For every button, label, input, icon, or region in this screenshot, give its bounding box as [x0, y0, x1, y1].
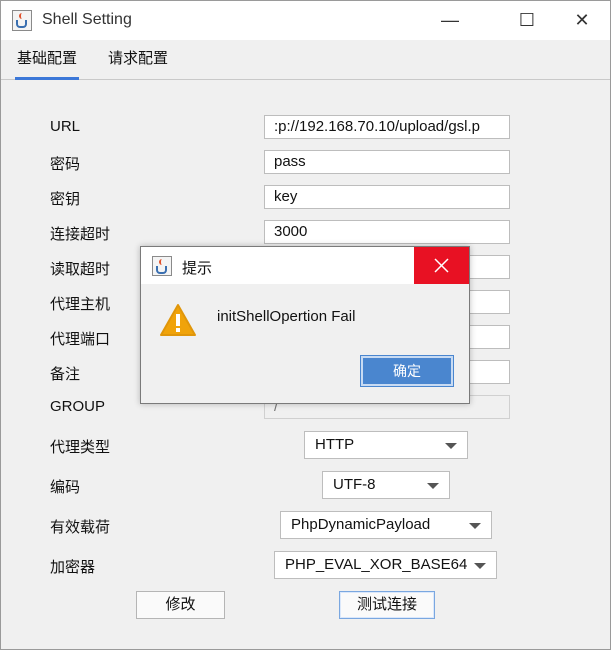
title-bar: Shell Setting — ☐ ✕ [1, 1, 610, 40]
chevron-down-icon [469, 523, 481, 529]
dialog-close-button[interactable] [414, 247, 469, 284]
payload-select[interactable]: PhpDynamicPayload [280, 511, 492, 539]
url-input[interactable]: :p://192.168.70.10/upload/gsl.p [264, 115, 510, 139]
group-label: GROUP [50, 398, 106, 415]
key-input[interactable]: key [264, 185, 510, 209]
maximize-button[interactable]: ☐ [504, 1, 550, 40]
proxy-port-label: 代理端口 [50, 331, 111, 348]
close-icon [434, 258, 449, 273]
proxy-type-value: HTTP [315, 436, 355, 453]
cryption-select[interactable]: PHP_EVAL_XOR_BASE64 [274, 551, 497, 579]
payload-value: PhpDynamicPayload [291, 516, 431, 533]
chevron-down-icon [427, 483, 439, 489]
proxy-host-label: 代理主机 [50, 296, 111, 313]
java-cup-icon [152, 256, 172, 276]
key-label: 密钥 [50, 191, 81, 208]
connect-timeout-label: 连接超时 [50, 226, 111, 243]
encoding-select[interactable]: UTF-8 [322, 471, 450, 499]
chevron-down-icon [445, 443, 457, 449]
password-label: 密码 [50, 156, 81, 173]
close-icon: ✕ [574, 10, 590, 30]
test-connection-button[interactable]: 测试连接 [339, 591, 435, 619]
encoding-label: 编码 [50, 479, 81, 496]
tab-bar: 基础配置 请求配置 [1, 40, 610, 80]
minimize-icon: — [441, 10, 459, 30]
dialog-message: initShellOpertion Fail [217, 308, 356, 325]
window-title: Shell Setting [42, 11, 132, 28]
close-button[interactable]: ✕ [559, 1, 605, 40]
password-input[interactable]: pass [264, 150, 510, 174]
dialog-title-bar: 提示 [141, 247, 469, 284]
cryption-label: 加密器 [50, 559, 96, 576]
proxy-type-select[interactable]: HTTP [304, 431, 468, 459]
encoding-value: UTF-8 [333, 476, 376, 493]
minimize-button[interactable]: — [427, 1, 473, 40]
remark-label: 备注 [50, 366, 81, 383]
read-timeout-label: 读取超时 [50, 261, 111, 278]
dialog-title: 提示 [182, 260, 213, 277]
tab-basic-config[interactable]: 基础配置 [15, 40, 80, 80]
connect-timeout-input[interactable]: 3000 [264, 220, 510, 244]
warning-triangle-icon [160, 304, 196, 336]
java-cup-icon [12, 10, 32, 31]
url-label: URL [50, 118, 81, 135]
proxy-type-label: 代理类型 [50, 439, 111, 456]
alert-dialog: 提示 initShellOpertion Fail 确定 [140, 246, 470, 404]
maximize-icon: ☐ [518, 10, 536, 30]
chevron-down-icon [474, 563, 486, 569]
payload-label: 有效载荷 [50, 519, 111, 536]
tab-request-config[interactable]: 请求配置 [106, 40, 170, 80]
cryption-value: PHP_EVAL_XOR_BASE64 [285, 556, 468, 573]
ok-button[interactable]: 确定 [360, 355, 454, 387]
modify-button[interactable]: 修改 [136, 591, 225, 619]
